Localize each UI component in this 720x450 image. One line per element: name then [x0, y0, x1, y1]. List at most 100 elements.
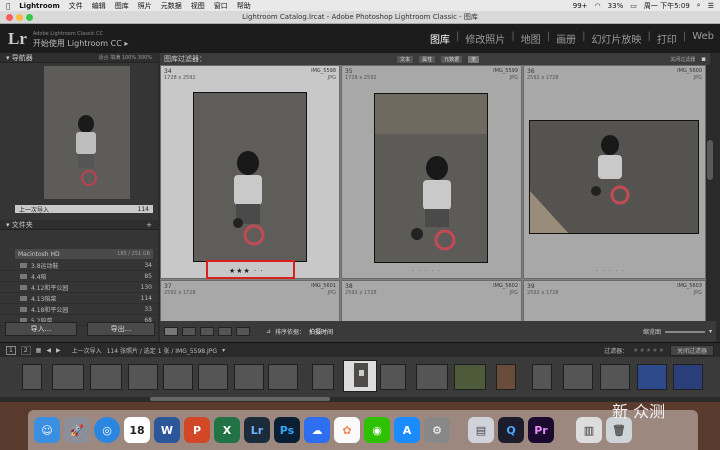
filmstrip-thumbnail[interactable]	[312, 364, 334, 390]
drive-row[interactable]: Macintosh HD 185 / 251 GB	[15, 249, 153, 259]
filmstrip-thumbnail[interactable]	[268, 364, 298, 390]
filter-none[interactable]: 无	[468, 55, 480, 63]
filmstrip-thumbnail-selected[interactable]	[343, 360, 377, 392]
menu-library[interactable]: 图库	[115, 1, 129, 11]
photo-thumbnail[interactable]	[193, 92, 307, 262]
wifi-icon[interactable]: ◠	[595, 2, 601, 10]
filmstrip-thumbnail[interactable]	[128, 364, 158, 390]
powerpoint-icon[interactable]: P	[184, 417, 210, 443]
close-window-icon[interactable]	[6, 14, 13, 21]
import-button[interactable]: 导入...	[5, 322, 77, 336]
filter-metadata[interactable]: 元数据	[441, 55, 463, 63]
filmstrip-thumbnail[interactable]	[454, 364, 486, 390]
filmstrip-thumbnail[interactable]	[234, 364, 264, 390]
document-icon[interactable]: ▥	[576, 417, 602, 443]
settings-icon[interactable]: ⚙	[424, 417, 450, 443]
compare-view-icon[interactable]	[200, 327, 214, 336]
module-print[interactable]: 打印	[657, 31, 677, 46]
photo-thumbnail[interactable]	[374, 93, 488, 263]
filmstrip-thumbnail[interactable]	[563, 364, 593, 390]
identity-plate[interactable]: Adobe Lightroom Classic CC 开始使用 Lightroo…	[33, 30, 128, 48]
back-arrow-icon[interactable]: ◀	[46, 347, 51, 354]
module-book[interactable]: 画册	[556, 31, 576, 46]
zoom-window-icon[interactable]	[26, 14, 33, 21]
previous-import-row[interactable]: 上一次导入 114	[15, 205, 153, 214]
folders-header[interactable]: ▾ 文件夹 +	[0, 220, 158, 230]
filmstrip-scrollbar[interactable]	[150, 397, 330, 401]
safari-icon[interactable]: ◎	[94, 417, 120, 443]
filmstrip-thumbnail[interactable]	[52, 364, 84, 390]
apple-icon[interactable]: 	[6, 2, 10, 10]
filter-attribute[interactable]: 属性	[419, 55, 436, 63]
filmstrip-thumbnail[interactable]	[532, 364, 552, 390]
photos-icon[interactable]: ✿	[334, 417, 360, 443]
photoshop-icon[interactable]: Ps	[274, 417, 300, 443]
sort-select[interactable]: 拍摄时间	[309, 327, 333, 336]
minimize-window-icon[interactable]	[16, 14, 23, 21]
search-icon[interactable]: ⌕	[697, 1, 701, 10]
menu-photo[interactable]: 照片	[138, 1, 152, 11]
menu-window[interactable]: 窗口	[214, 1, 228, 11]
survey-view-icon[interactable]	[218, 327, 232, 336]
add-folder-icon[interactable]: +	[146, 221, 152, 229]
filmstrip-source[interactable]: 上一次导入	[72, 346, 102, 355]
appstore-icon[interactable]: A	[394, 417, 420, 443]
filmstrip-thumbnail[interactable]	[198, 364, 228, 390]
baidu-icon[interactable]: ☁	[304, 417, 330, 443]
window-1-button[interactable]: 1	[6, 345, 16, 355]
quicktime-icon[interactable]: Q	[498, 417, 524, 443]
module-develop[interactable]: 修改照片	[465, 31, 505, 46]
filmstrip-thumbnail[interactable]	[22, 364, 42, 390]
menu-list-icon[interactable]: ☰	[708, 2, 714, 10]
filters-off[interactable]: 关闭过滤器	[670, 56, 695, 63]
filmstrip-thumbnail[interactable]	[673, 364, 703, 390]
grid-cell[interactable]: 35 1728 x 2592 IMG_5599 JPG · · · · ·	[341, 65, 522, 279]
export-button[interactable]: 导出...	[87, 322, 155, 336]
star-rating[interactable]: · · · · ·	[596, 267, 625, 275]
filmstrip-thumbnail[interactable]	[637, 364, 667, 390]
battery-percent[interactable]: 33%	[608, 2, 624, 10]
lock-icon[interactable]: ▪	[701, 55, 706, 63]
navigator-zoom-options[interactable]: 适合 填满 100% 300%	[99, 54, 152, 61]
filter-stars-icon[interactable]: ★★★★★	[633, 347, 665, 354]
clock[interactable]: 周一 下午5:09	[644, 1, 690, 11]
folder-row[interactable]: 4.18和平公园 33	[0, 304, 158, 315]
menu-file[interactable]: 文件	[69, 1, 83, 11]
photo-thumbnail[interactable]	[529, 120, 699, 234]
menu-help[interactable]: 帮助	[237, 1, 251, 11]
module-library[interactable]: 图库	[430, 31, 450, 46]
grid-view-icon[interactable]	[164, 327, 178, 336]
filter-text[interactable]: 文本	[397, 55, 414, 63]
people-view-icon[interactable]	[236, 327, 250, 336]
star-rating[interactable]: · · · · ·	[412, 267, 441, 275]
folder-row[interactable]: 3.8运动鞋 34	[0, 260, 158, 271]
window-2-button[interactable]: 2	[20, 345, 31, 355]
toolbar-menu-icon[interactable]: ▾	[709, 328, 712, 335]
filmstrip-thumbnail[interactable]	[600, 364, 630, 390]
preview-icon[interactable]: ▤	[468, 417, 494, 443]
module-map[interactable]: 地图	[521, 31, 541, 46]
spray-can-icon[interactable]: ⊿	[266, 328, 271, 335]
notification-count[interactable]: 99+	[573, 2, 588, 10]
battery-icon[interactable]: ▭	[630, 2, 637, 10]
launchpad-icon[interactable]: 🚀	[64, 417, 90, 443]
excel-icon[interactable]: X	[214, 417, 240, 443]
calendar-icon[interactable]: 18	[124, 417, 150, 443]
lightroom-icon[interactable]: Lr	[244, 417, 270, 443]
premiere-icon[interactable]: Pr	[528, 417, 554, 443]
menu-app[interactable]: Lightroom	[19, 2, 60, 10]
navigator-preview[interactable]	[44, 66, 130, 199]
grid-cell[interactable]: 37 2592 x 1728 IMG_5601 JPG	[160, 280, 340, 321]
filter-select[interactable]: 关闭过滤器	[669, 344, 714, 356]
word-icon[interactable]: W	[154, 417, 180, 443]
grid-cell[interactable]: 34 1728 x 2592 IMG_5598 JPG ★★★ · ·	[160, 65, 340, 279]
chevron-down-icon[interactable]: ▾	[222, 347, 225, 354]
folder-row[interactable]: 4.12和平公园 130	[0, 282, 158, 293]
grid-scrollbar[interactable]	[706, 65, 716, 321]
module-slideshow[interactable]: 幻灯片放映	[591, 31, 641, 46]
grid-cell[interactable]: 38 2592 x 1728 IMG_5602 JPG	[341, 280, 522, 321]
module-web[interactable]: Web	[692, 31, 714, 46]
filmstrip-thumbnail[interactable]	[416, 364, 448, 390]
menu-view[interactable]: 视图	[191, 1, 205, 11]
finder-icon[interactable]: ☺	[34, 417, 60, 443]
